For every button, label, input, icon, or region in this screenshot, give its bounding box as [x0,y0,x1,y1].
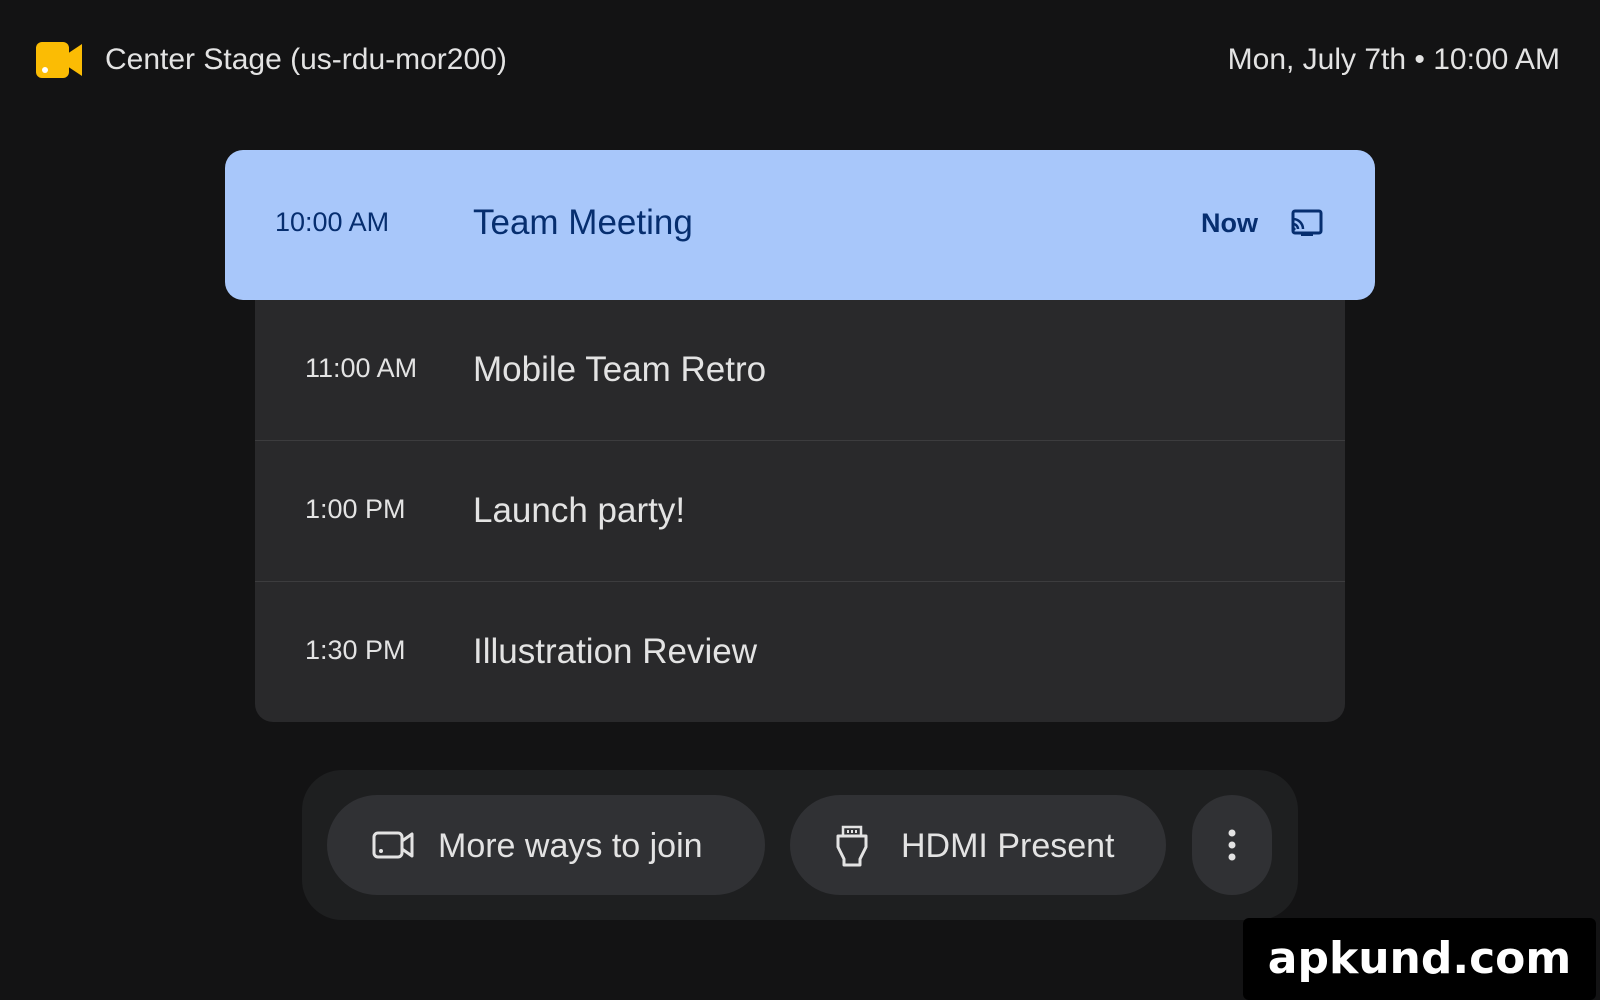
room-name: Center Stage (us-rdu-mor200) [105,43,507,76]
meet-camera-icon [36,42,82,78]
action-bar: More ways to join HDMI Present [302,770,1298,920]
meeting-title: Launch party! [473,491,686,530]
meeting-time: 11:00 AM [305,353,418,383]
button-label: HDMI Present [901,827,1115,865]
watermark: apkund.com [1243,918,1596,1000]
top-bar: Center Stage (us-rdu-mor200) Mon, July 7… [36,38,1560,84]
upcoming-meetings-list: 11:00 AM Mobile Team Retro 1:00 PM Launc… [255,300,1345,722]
button-label: More ways to join [438,827,703,865]
list-item[interactable]: 11:00 AM Mobile Team Retro [255,300,1345,440]
meeting-time: 10:00 AM [275,207,390,237]
current-datetime: Mon, July 7th • 10:00 AM [1227,43,1560,76]
meeting-time: 1:00 PM [305,494,406,524]
hdmi-present-button[interactable]: HDMI Present [790,795,1166,895]
current-meeting-card[interactable]: 10:00 AM Team Meeting Now [225,150,1375,300]
list-item[interactable]: 1:30 PM Illustration Review [255,581,1345,722]
more-vert-icon [1228,829,1236,861]
now-badge: Now [1201,208,1258,238]
hdmi-icon [836,825,868,867]
video-camera-icon [372,831,414,859]
more-options-button[interactable] [1192,795,1272,895]
meeting-schedule: 10:00 AM Team Meeting Now 11:00 AM Mobil… [225,150,1375,722]
meeting-time: 1:30 PM [305,635,406,665]
meeting-title: Team Meeting [473,203,693,242]
more-ways-to-join-button[interactable]: More ways to join [327,795,765,895]
list-item[interactable]: 1:00 PM Launch party! [255,440,1345,581]
cast-icon [1291,209,1323,236]
meeting-title: Illustration Review [473,632,757,671]
meeting-title: Mobile Team Retro [473,350,767,389]
